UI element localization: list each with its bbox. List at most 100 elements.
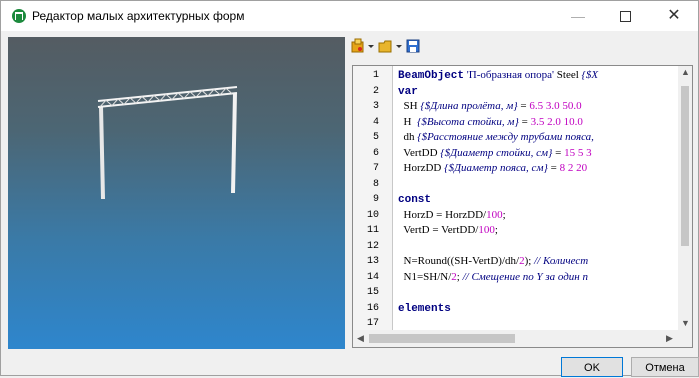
code-text: elements xyxy=(398,302,451,317)
scroll-down-icon[interactable]: ▼ xyxy=(681,318,690,328)
code-line[interactable]: 6 VertDD {$Диаметр стойки, см} = 15 5 3 xyxy=(353,147,678,161)
minimize-button[interactable]: — xyxy=(556,1,600,31)
code-line[interactable]: 9 const xyxy=(353,193,678,207)
truss-top-chord xyxy=(97,86,238,102)
vertical-scroll-thumb[interactable] xyxy=(681,86,689,246)
code-token-id: dh xyxy=(398,131,418,143)
code-token-id: ; xyxy=(494,224,498,236)
code-token-id: VertD = VertDD/ xyxy=(398,224,479,236)
line-number: 15 xyxy=(366,287,379,298)
code-line[interactable]: 14 N1=SH/N/2; // Смещение по Y за один п xyxy=(353,271,678,285)
code-line[interactable]: 15 xyxy=(353,286,678,300)
code-text: HorzDD {$Диаметр пояса, см} = 8 2 20 xyxy=(398,162,588,176)
code-line[interactable]: 17 xyxy=(353,317,678,329)
code-line[interactable]: 2 var xyxy=(353,85,678,99)
code-token-cm: {$Диаметр пояса, см} xyxy=(444,162,548,174)
code-token-id: SH xyxy=(398,100,421,112)
code-token-cm: // Количест xyxy=(534,255,589,267)
code-line[interactable]: 11 VertD = VertDD/100; xyxy=(353,224,678,238)
code-token-id: = xyxy=(518,115,531,128)
code-text: VertDD {$Диаметр стойки, см} = 15 5 3 xyxy=(398,146,591,161)
code-line[interactable]: 4 H {$Высота стойки, м} = 3.5 2.0 10.0 xyxy=(353,116,678,130)
cancel-button[interactable]: Отмена xyxy=(631,357,699,377)
code-token-cm: {$Диаметр стойки, см} xyxy=(440,146,553,159)
code-token-num: 8 2 20 xyxy=(559,162,588,174)
vertical-scrollbar[interactable]: ▲ ▼ xyxy=(678,66,692,330)
scrollbar-corner xyxy=(678,330,692,347)
code-text: VertD = VertDD/100; xyxy=(398,224,498,238)
code-line[interactable]: 3 SH {$Длина пролёта, м} = 6.5 3.0 50.0 xyxy=(353,100,678,114)
code-line[interactable]: 12 xyxy=(353,240,678,254)
open-file-dropdown-icon[interactable] xyxy=(396,45,402,48)
code-token-num: 100 xyxy=(486,208,503,221)
editor-toolbar xyxy=(351,38,691,58)
insert-template-button[interactable] xyxy=(351,38,365,56)
editor-window: Редактор малых архитектурных форм — ✕ 1 … xyxy=(0,0,699,377)
line-number: 16 xyxy=(366,302,379,314)
code-token-id: H xyxy=(398,115,417,128)
code-token-num: 3.5 2.0 10.0 xyxy=(530,115,583,128)
maximize-icon xyxy=(619,10,631,22)
code-line[interactable]: 16 elements xyxy=(353,302,678,316)
code-area[interactable]: 1 BeamObject 'П-образная опора' Steel {$X… xyxy=(353,69,678,329)
code-token-cm: // Смещение по Y за один п xyxy=(462,270,589,283)
ok-button[interactable]: OK xyxy=(561,357,623,377)
code-token-id: = xyxy=(517,100,530,112)
line-number: 6 xyxy=(372,147,379,159)
code-line[interactable]: 13 N=Round((SH-VertD)/dh/2); // Количест xyxy=(353,255,678,269)
horizontal-scrollbar[interactable]: ◀ ▶ xyxy=(353,330,678,347)
code-token-kw: var xyxy=(398,85,418,98)
code-token-id: = xyxy=(552,146,565,159)
maximize-button[interactable] xyxy=(603,1,647,31)
window-title: Редактор малых архитектурных форм xyxy=(32,9,245,23)
code-editor[interactable]: 1 BeamObject 'П-образная опора' Steel {$X… xyxy=(352,65,693,348)
line-number: 12 xyxy=(366,240,379,252)
code-text: N=Round((SH-VertD)/dh/2); // Количест xyxy=(398,255,589,269)
line-number: 3 xyxy=(372,101,379,112)
line-number: 13 xyxy=(366,256,379,267)
code-line[interactable]: 7 HorzDD {$Диаметр пояса, см} = 8 2 20 xyxy=(353,162,678,176)
code-token-id: ; xyxy=(502,208,506,221)
code-text: BeamObject 'П-образная опора' Steel {$X xyxy=(398,69,598,84)
code-token-id: HorzDD xyxy=(398,162,445,174)
code-line[interactable]: 5 dh {$Расстояние между трубами пояса, xyxy=(353,131,678,145)
code-line[interactable]: 10 HorzD = HorzDD/100; xyxy=(353,209,678,223)
code-token-cm: {$X xyxy=(581,69,599,81)
scroll-right-icon[interactable]: ▶ xyxy=(666,333,673,344)
left-post xyxy=(99,105,105,200)
3d-viewport[interactable] xyxy=(8,37,345,349)
line-number: 4 xyxy=(372,116,379,128)
code-token-cm: {$Высота стойки, м} xyxy=(416,115,519,128)
save-floppy-icon xyxy=(406,39,420,53)
save-button[interactable] xyxy=(406,38,421,56)
code-token-str: 'П-образная опора' xyxy=(466,69,555,81)
close-button[interactable]: ✕ xyxy=(652,1,696,31)
line-number: 8 xyxy=(372,178,379,190)
code-token-num: 6.5 3.0 50.0 xyxy=(529,100,582,112)
code-token-kw: elements xyxy=(398,302,451,315)
insert-template-icon xyxy=(351,38,364,53)
line-number: 10 xyxy=(366,209,379,221)
code-token-kw: BeamObject xyxy=(398,70,465,82)
code-line[interactable]: 1 BeamObject 'П-образная опора' Steel {$X xyxy=(353,69,678,83)
code-token-id: Steel xyxy=(554,69,582,81)
line-number: 9 xyxy=(372,194,379,205)
scroll-up-icon[interactable]: ▲ xyxy=(681,67,690,77)
right-post xyxy=(231,92,237,194)
scroll-left-icon[interactable]: ◀ xyxy=(357,333,364,344)
code-token-id: N=Round((SH-VertD)/dh/ xyxy=(398,255,520,267)
open-file-button[interactable] xyxy=(378,38,393,56)
code-token-id: VertDD xyxy=(398,146,441,159)
insert-template-dropdown-icon[interactable] xyxy=(368,45,374,48)
line-number: 5 xyxy=(372,132,379,143)
code-text: SH {$Длина пролёта, м} = 6.5 3.0 50.0 xyxy=(398,100,582,114)
code-text: dh {$Расстояние между трубами пояса, xyxy=(398,131,597,145)
horizontal-scroll-thumb[interactable] xyxy=(369,334,515,343)
code-token-id: HorzD = HorzDD/ xyxy=(398,208,487,221)
code-text: var xyxy=(398,85,418,100)
title-bar: Редактор малых архитектурных форм — ✕ xyxy=(1,1,698,31)
code-token-kw: const xyxy=(398,194,432,206)
code-line[interactable]: 8 xyxy=(353,178,678,192)
line-number: 17 xyxy=(366,318,379,329)
code-text: HorzD = HorzDD/100; xyxy=(398,209,506,223)
